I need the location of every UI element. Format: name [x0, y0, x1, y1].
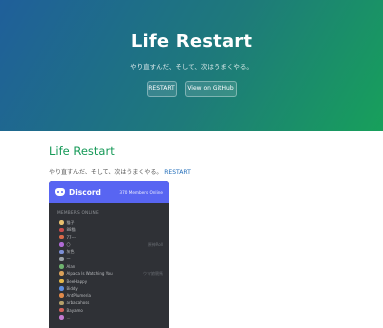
avatar: [59, 307, 64, 313]
hero-banner: Life Restart やり直すんだ、そして、次はうまくやる。 RESTART…: [0, 0, 383, 131]
member-name: Biddy: [66, 285, 78, 291]
member-item[interactable]: arbacahoss: [59, 299, 169, 306]
member-name: Alpaca Is Watching You: [66, 271, 113, 277]
member-item[interactable]: Bayamo: [59, 307, 169, 314]
member-item[interactable]: BeeHappy: [59, 277, 169, 284]
avatar: [59, 234, 64, 240]
avatar: [59, 242, 64, 247]
member-name: Bayamo: [66, 307, 83, 313]
hero-title: Life Restart: [130, 31, 253, 52]
hero-button-group: RESTART View on GitHub: [0, 81, 383, 97]
member-name: 〇: [66, 241, 71, 247]
member-item[interactable]: 77---: [59, 234, 169, 241]
member-item[interactable]: 〇 原神Roll: [59, 241, 169, 248]
member-name: BeeHappy: [66, 278, 88, 284]
member-item[interactable]: 一: [59, 255, 169, 262]
avatar: [59, 278, 64, 284]
members-online-heading: MEMBERS ONLINE: [57, 211, 99, 216]
member-name: …: [66, 315, 71, 320]
avatar: [59, 227, 64, 233]
member-item[interactable]: …: [59, 314, 169, 321]
discord-online-count: 370 Members Online: [119, 189, 163, 195]
tagline: やり直すんだ、そして、次はうまくやる。 RESTART: [49, 167, 191, 176]
member-name: Alan: [66, 263, 76, 269]
tagline-text: やり直すんだ、そして、次はうまくやる。: [49, 169, 163, 176]
member-item[interactable]: AntPlumeria: [59, 292, 169, 299]
avatar: [59, 315, 64, 320]
discord-widget: Discord 370 Members Online MEMBERS ONLIN…: [49, 181, 169, 328]
avatar: [59, 300, 64, 306]
discord-brand: Discord: [69, 187, 101, 197]
discord-logo-icon: [55, 188, 65, 196]
member-name: arbacahoss: [66, 300, 90, 306]
member-list: 猫子 88猫 77--- 〇原神Roll 灰色一 Alan Alpaca Is Watchi…: [49, 216, 169, 321]
hero-subtitle: やり直すんだ、そして、次はうまくやる。: [130, 63, 253, 71]
restart-link[interactable]: RESTART: [164, 169, 190, 176]
member-item[interactable]: Biddy: [59, 285, 169, 292]
avatar: [59, 271, 64, 276]
member-name: 猫子: [66, 219, 75, 225]
avatar: [59, 220, 64, 225]
discord-header[interactable]: Discord 370 Members Online: [49, 181, 169, 203]
restart-button[interactable]: RESTART: [146, 81, 177, 97]
member-item[interactable]: Alan: [59, 263, 169, 270]
member-item[interactable]: 灰色: [59, 248, 169, 255]
member-activity: ウマ娘競馬: [143, 270, 163, 276]
member-name: 一: [66, 256, 71, 262]
avatar: [59, 286, 64, 291]
member-item[interactable]: 88猫: [59, 226, 169, 233]
member-name: 88猫: [66, 226, 76, 232]
main-content: Life Restart やり直すんだ、そして、次はうまくやる。 RESTART: [49, 144, 191, 176]
view-on-github-button[interactable]: View on GitHub: [184, 81, 237, 97]
member-item[interactable]: 猫子: [59, 219, 169, 226]
page-title: Life Restart: [49, 144, 115, 158]
member-name: AntPlumeria: [66, 293, 91, 299]
avatar: [59, 293, 64, 298]
member-name: 77---: [66, 234, 76, 240]
member-activity: 原神Roll: [147, 241, 163, 247]
avatar: [59, 264, 64, 269]
avatar: [59, 256, 64, 262]
member-name: 灰色: [66, 248, 75, 254]
member-item[interactable]: Alpaca Is Watching You ウマ娘競馬: [59, 270, 169, 277]
avatar: [59, 249, 64, 255]
